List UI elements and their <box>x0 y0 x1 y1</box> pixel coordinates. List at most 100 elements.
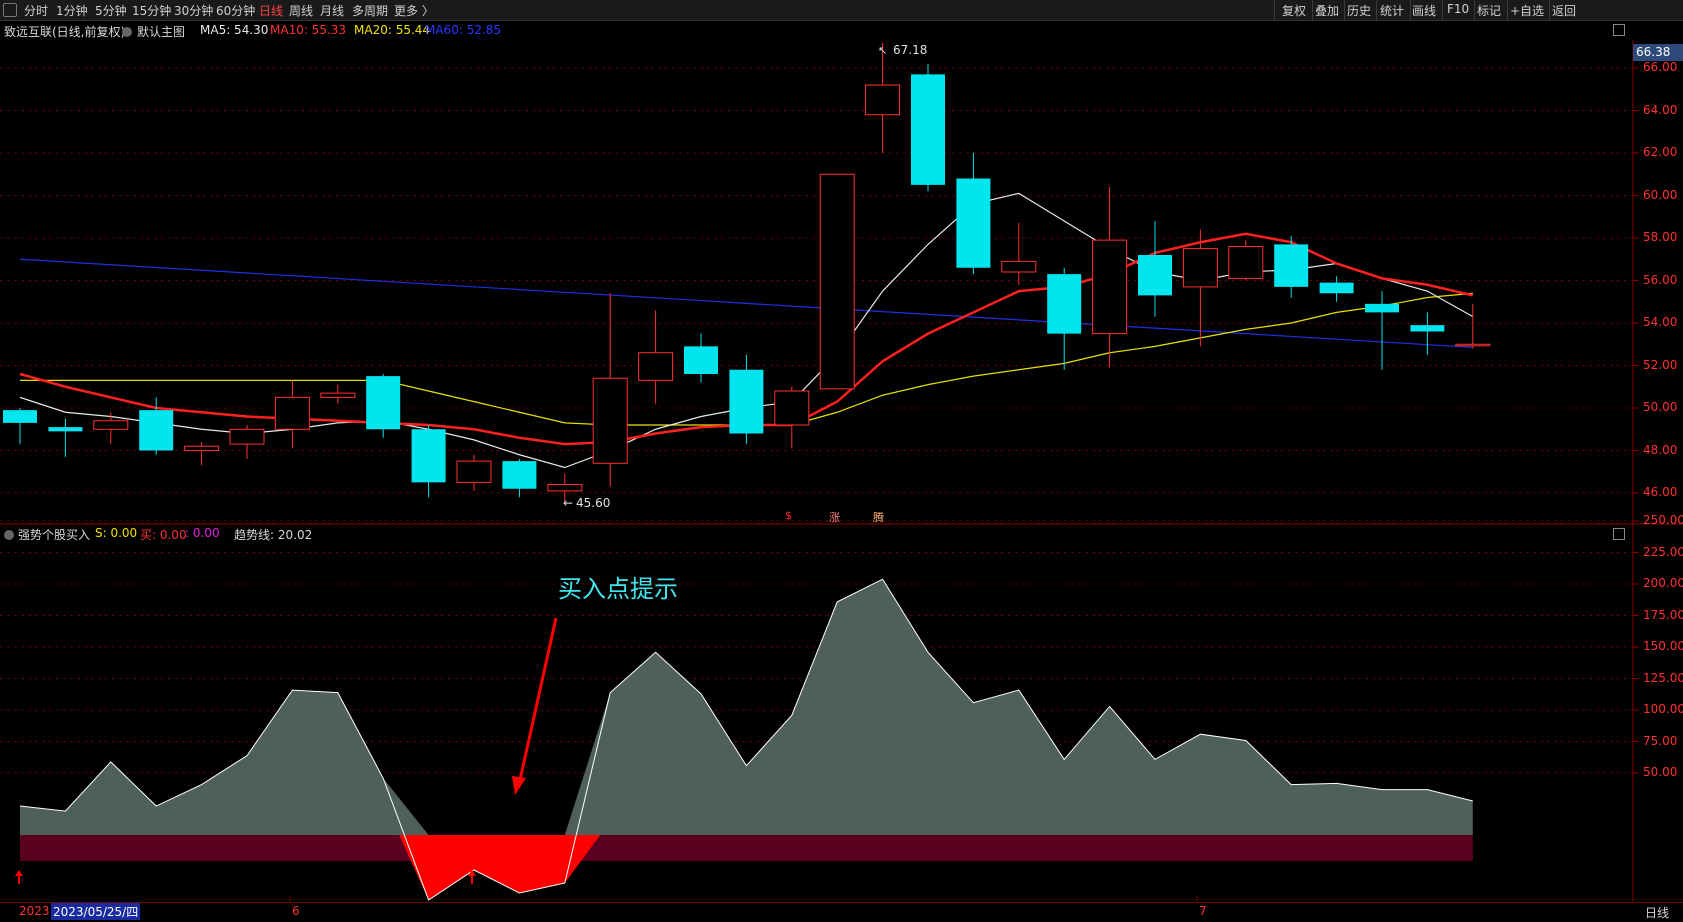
candle-body <box>1182 248 1218 288</box>
candle <box>684 333 718 383</box>
candle <box>1365 291 1399 370</box>
main-y-tick-label: 62.00 <box>1643 145 1678 159</box>
sub-y-tick-label: 150.00 <box>1643 639 1683 653</box>
candle-body <box>1410 325 1445 332</box>
candle <box>819 173 855 390</box>
candle <box>184 442 220 466</box>
candle <box>911 63 945 192</box>
main-y-tick-label: 66.00 <box>1643 60 1678 74</box>
high-arrow-icon: ↖ <box>878 44 888 57</box>
annotation-arrow-line <box>518 617 558 781</box>
main-y-tick-label: 54.00 <box>1643 315 1678 329</box>
period-label: 日线 <box>1645 906 1670 920</box>
candle-body <box>1455 343 1491 347</box>
candle-body <box>456 460 492 483</box>
candle <box>1092 187 1128 368</box>
date-year-prefix: 2023 <box>19 904 50 918</box>
candle-body <box>502 461 537 489</box>
candle-body <box>1092 239 1128 335</box>
candle-body <box>1138 255 1172 296</box>
candle <box>1410 312 1445 355</box>
candle-body <box>93 420 129 430</box>
trend-area <box>20 579 1473 835</box>
candle <box>956 153 991 275</box>
candle <box>1274 235 1309 298</box>
candle-body <box>48 427 83 432</box>
buy-signal-area <box>399 835 601 900</box>
candle <box>774 386 810 449</box>
candle-body <box>366 376 401 430</box>
selected-date: 2023/05/25/四 <box>51 903 141 920</box>
buy-point-annotation: 买入点提示 <box>558 575 678 603</box>
candle-body <box>320 392 356 398</box>
main-y-tick-label: 58.00 <box>1643 230 1678 244</box>
candle <box>456 454 492 491</box>
candle <box>411 425 446 498</box>
candle-body <box>865 84 901 116</box>
candle <box>3 408 37 445</box>
low-arrow-icon: ← <box>563 496 574 510</box>
candle-body <box>274 396 310 430</box>
main-y-tick-label: 46.00 <box>1643 485 1678 499</box>
candle <box>229 425 265 459</box>
sub-y-tick-label: 50.00 <box>1643 765 1678 779</box>
candle-body <box>911 74 945 185</box>
candle <box>93 412 129 445</box>
candle <box>865 42 901 153</box>
sub-y-tick-label: 125.00 <box>1643 670 1683 685</box>
marker-dollar: $ <box>785 509 792 522</box>
candle <box>1047 267 1082 370</box>
candle-body <box>1001 260 1037 273</box>
candle-body <box>592 377 628 464</box>
low-price-label: 45.60 <box>576 496 611 510</box>
candle <box>320 384 356 404</box>
marker-zhang: 涨 <box>829 511 840 524</box>
signal-band <box>20 835 1473 861</box>
chart-canvas[interactable] <box>0 0 1683 921</box>
candle <box>366 374 401 438</box>
candle <box>729 354 764 445</box>
candle-body <box>1228 246 1264 279</box>
sub-y-tick-label: 225.00 <box>1643 544 1683 559</box>
candle-body <box>3 410 37 423</box>
main-y-tick-label: 52.00 <box>1643 357 1678 372</box>
candle-body <box>229 428 265 445</box>
candle-body <box>1047 274 1082 334</box>
sub-y-tick-label: 250.00 <box>1643 513 1683 527</box>
candle <box>1138 221 1172 317</box>
candle-body <box>547 484 583 492</box>
candle-body <box>684 346 718 374</box>
month-7-label: 7 <box>1199 904 1207 918</box>
candle <box>592 293 628 487</box>
candle-body <box>638 352 674 381</box>
candle-body <box>411 429 446 483</box>
candle <box>48 418 83 457</box>
main-y-tick-label: 56.00 <box>1643 272 1678 287</box>
candle-body <box>1365 303 1399 313</box>
sub-y-tick-label: 100.00 <box>1643 702 1683 716</box>
high-price-label: 67.18 <box>893 43 928 57</box>
annotation-arrow-head <box>512 776 526 795</box>
candle-body <box>1274 244 1309 287</box>
candle <box>274 380 310 449</box>
main-y-tick-label: 48.00 <box>1643 442 1678 457</box>
candle-body <box>1319 282 1354 294</box>
candle-body <box>139 410 174 451</box>
marker-teng: 腾 <box>873 511 884 524</box>
candle-body <box>956 178 991 268</box>
sub-y-tick-label: 200.00 <box>1643 576 1683 590</box>
buy-up-arrow-head <box>15 870 23 876</box>
current-price-tag: 66.38 <box>1633 44 1683 61</box>
candle <box>1228 240 1264 281</box>
candle <box>1001 223 1037 285</box>
candle-body <box>774 390 810 426</box>
sub-y-tick-label: 75.00 <box>1643 733 1678 748</box>
sub-y-tick-label: 175.00 <box>1643 607 1683 622</box>
candle-body <box>184 445 220 451</box>
main-y-tick-label: 60.00 <box>1643 187 1678 202</box>
candle <box>638 310 674 404</box>
date-axis <box>0 902 1683 922</box>
candle-body <box>729 369 764 434</box>
candle <box>1182 229 1218 347</box>
main-y-tick-label: 64.00 <box>1643 102 1678 117</box>
